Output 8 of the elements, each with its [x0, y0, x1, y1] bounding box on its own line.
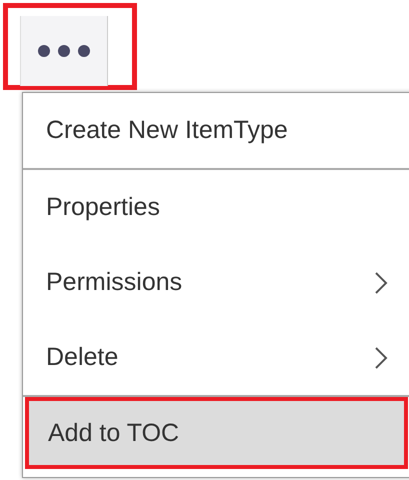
menu-item[interactable]: Add to TOC	[25, 397, 408, 469]
chevron-right-icon	[374, 270, 388, 294]
menu-item[interactable]: Properties	[23, 170, 409, 245]
menu-item[interactable]: Create New ItemType	[23, 93, 409, 170]
menu-item[interactable]: Permissions	[23, 245, 409, 320]
more-button[interactable]	[20, 16, 108, 86]
more-icon	[37, 44, 91, 58]
chevron-right-icon	[374, 346, 388, 370]
